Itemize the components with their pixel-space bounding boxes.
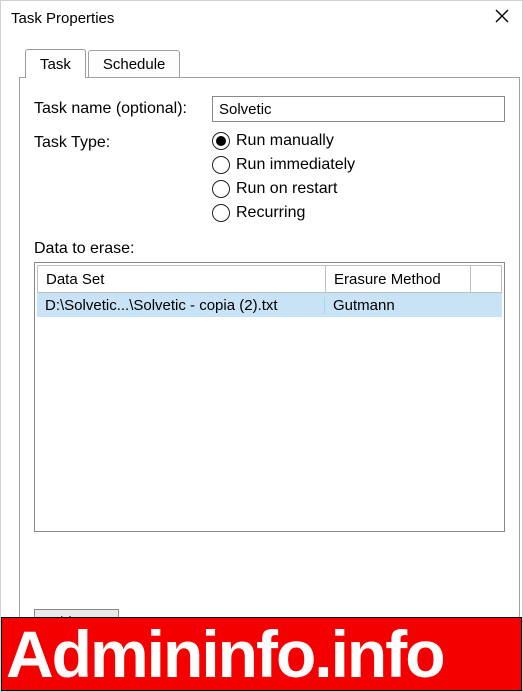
cell-data-set: D:\Solvetic...\Solvetic - copia (2).txt	[37, 297, 325, 314]
radio-label: Run manually	[236, 132, 334, 150]
task-type-label: Task Type:	[34, 132, 212, 152]
radio-icon	[212, 132, 230, 150]
radio-run-on-restart[interactable]: Run on restart	[212, 180, 355, 198]
task-properties-window: Task Properties Task Schedule Task name …	[0, 0, 523, 692]
watermark-banner: Admininfo.info	[1, 617, 522, 691]
radio-label: Run immediately	[236, 156, 355, 174]
task-type-options: Run manually Run immediately Run on rest…	[212, 132, 355, 222]
close-icon[interactable]	[490, 8, 514, 28]
watermark-text: Admininfo.info	[6, 621, 444, 687]
radio-icon	[212, 204, 230, 222]
radio-label: Recurring	[236, 204, 305, 222]
tab-task[interactable]: Task	[25, 49, 86, 78]
radio-icon	[212, 156, 230, 174]
col-spacer	[471, 265, 502, 293]
radio-run-manually[interactable]: Run manually	[212, 132, 355, 150]
task-name-input[interactable]	[212, 96, 505, 122]
radio-label: Run on restart	[236, 180, 337, 198]
radio-recurring[interactable]: Recurring	[212, 204, 355, 222]
task-name-label: Task name (optional):	[34, 100, 212, 118]
titlebar: Task Properties	[1, 1, 522, 35]
col-erasure-method[interactable]: Erasure Method	[325, 265, 471, 293]
table-header: Data Set Erasure Method	[37, 265, 502, 293]
tab-schedule[interactable]: Schedule	[88, 50, 181, 77]
dialog-body: Task Schedule Task name (optional): Task…	[19, 47, 520, 691]
task-name-row: Task name (optional):	[34, 96, 505, 122]
erase-table: Data Set Erasure Method D:\Solvetic...\S…	[34, 262, 505, 532]
task-type-row: Task Type: Run manually Run immediately …	[34, 132, 505, 222]
task-panel: Task name (optional): Task Type: Run man…	[19, 77, 520, 631]
col-data-set[interactable]: Data Set	[37, 265, 325, 293]
window-title: Task Properties	[11, 10, 114, 27]
radio-run-immediately[interactable]: Run immediately	[212, 156, 355, 174]
table-row[interactable]: D:\Solvetic...\Solvetic - copia (2).txt …	[37, 293, 502, 317]
data-to-erase-label: Data to erase:	[34, 240, 505, 258]
radio-icon	[212, 180, 230, 198]
cell-erasure-method: Gutmann	[325, 297, 471, 314]
tabstrip: Task Schedule	[19, 47, 520, 77]
